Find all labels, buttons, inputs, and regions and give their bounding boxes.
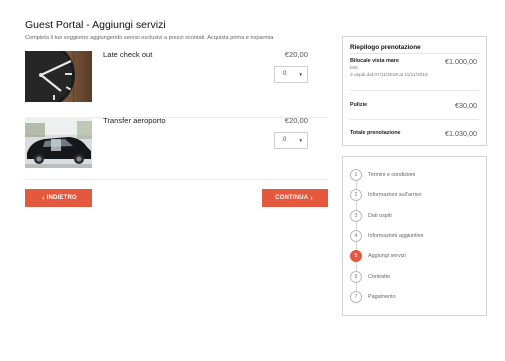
caret-down-icon: ▼: [298, 72, 303, 77]
step-payment[interactable]: 7 Pagamento: [350, 291, 396, 303]
caret-down-icon: ▼: [298, 138, 303, 143]
chevron-left-icon: ‹: [42, 194, 45, 202]
step-number: 4: [350, 230, 362, 242]
continue-button[interactable]: CONTINUA ›: [262, 189, 328, 207]
clock-photo-icon: [25, 51, 92, 102]
service-price: €20,00: [284, 116, 308, 125]
quantity-value: 0: [283, 137, 287, 143]
back-button-label: INDIETRO: [46, 195, 77, 201]
step-number: 7: [350, 291, 362, 303]
room-name: Bilocale vista mare: [350, 58, 399, 64]
total-label: Totale prenotazione: [350, 130, 401, 136]
room-dates: 3 ospiti dal 07/11/2019 al 11/11/2019: [350, 73, 428, 78]
page-title: Guest Portal - Aggiungi servizi: [25, 19, 166, 31]
quantity-select[interactable]: 0 ▼: [274, 66, 308, 83]
step-number: 3: [350, 210, 362, 222]
step-arrival-info[interactable]: 2 Informazioni sull'arrivo: [350, 189, 421, 201]
step-guest-data[interactable]: 3 Dati ospiti: [350, 210, 392, 222]
summary-title: Riepilogo prenotazione: [350, 44, 421, 51]
step-contract[interactable]: 6 Contratto: [350, 271, 390, 283]
step-label: Dati ospiti: [368, 213, 392, 219]
cleaning-label: Pulizie: [350, 102, 368, 108]
chevron-right-icon: ›: [310, 194, 313, 202]
cleaning-price: €30,00: [455, 101, 477, 110]
step-number: 6: [350, 271, 362, 283]
service-row-airport-transfer: Transfer aeroporto €20,00 0 ▼: [25, 114, 328, 180]
step-label: Aggiungi servizi: [368, 253, 406, 259]
back-button[interactable]: ‹ INDIETRO: [25, 189, 92, 207]
step-number: 2: [350, 189, 362, 201]
page-subtitle: Completa il tuo soggiorno aggiungendo se…: [25, 35, 274, 41]
total-price: €1.030,00: [445, 129, 477, 138]
divider: [350, 119, 479, 120]
quantity-select[interactable]: 0 ▼: [274, 132, 308, 149]
divider: [350, 90, 479, 91]
step-add-services[interactable]: 5 Aggiungi servizi: [350, 250, 406, 262]
continue-button-label: CONTINUA: [275, 195, 309, 201]
service-price: €20,00: [284, 50, 308, 59]
step-label: Pagamento: [368, 294, 396, 300]
service-name: Late check out: [103, 50, 153, 59]
step-label: Informazioni sull'arrivo: [368, 192, 422, 198]
steps-panel: 1 Termini e condizioni 2 Informazioni su…: [342, 156, 487, 316]
service-row-late-checkout: Late check out €20,00 0 ▼: [25, 48, 328, 118]
step-number: 5: [350, 250, 362, 262]
step-terms[interactable]: 1 Termini e condizioni: [350, 169, 415, 181]
step-label: Termini e condizioni: [368, 172, 416, 178]
room-note: test: [350, 66, 358, 71]
step-label: Informazioni aggiuntive: [368, 233, 424, 239]
booking-summary-panel: Riepilogo prenotazione Bilocale vista ma…: [342, 36, 487, 146]
service-name: Transfer aeroporto: [103, 116, 166, 125]
room-price: €1.000,00: [445, 57, 477, 66]
quantity-value: 0: [283, 71, 287, 77]
step-additional-info[interactable]: 4 Informazioni aggiuntive: [350, 230, 423, 242]
divider: [350, 53, 479, 54]
car-photo-icon: [25, 117, 92, 168]
step-number: 1: [350, 169, 362, 181]
step-label: Contratto: [368, 274, 391, 280]
